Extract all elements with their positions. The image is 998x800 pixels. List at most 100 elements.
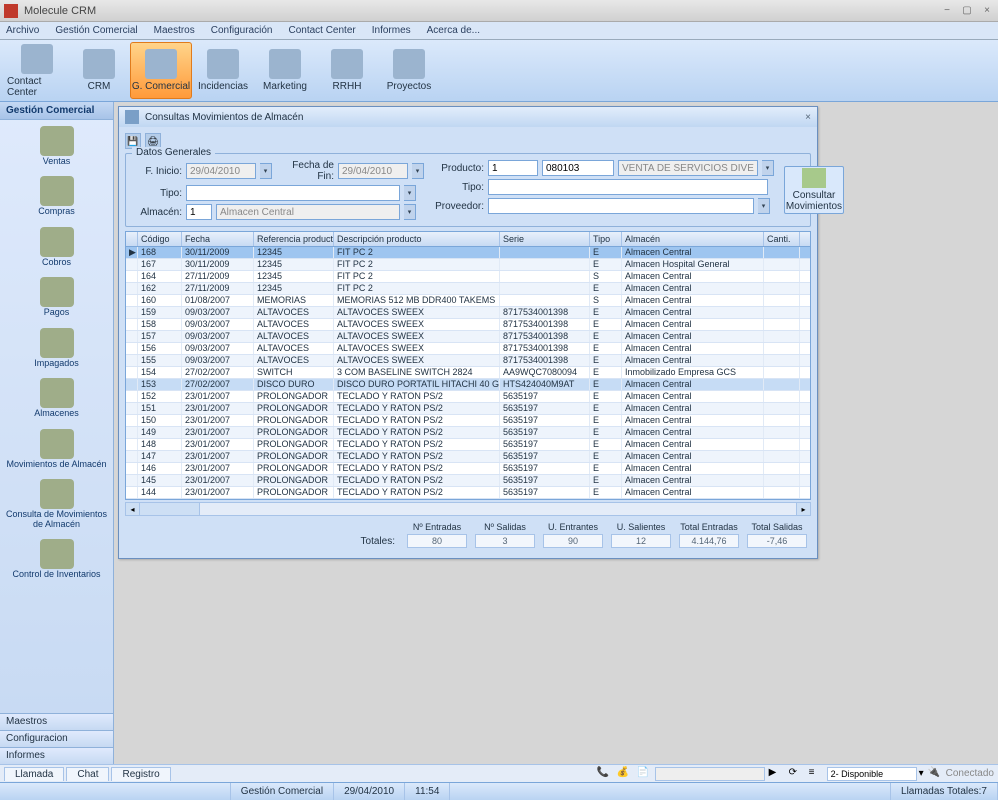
menu-item[interactable]: Acerca de... — [427, 25, 480, 36]
table-row[interactable]: 14723/01/2007PROLONGADORTECLADO Y RATON … — [126, 451, 810, 463]
dial-input[interactable] — [655, 767, 765, 781]
sheet-icon[interactable]: 📄 — [637, 767, 651, 781]
column-header[interactable]: Referencia producto — [254, 232, 334, 246]
sidebar-item[interactable]: Impagados — [0, 324, 113, 374]
toolbar-button[interactable]: RRHH — [316, 42, 378, 99]
column-header[interactable]: Serie — [500, 232, 590, 246]
grid-body[interactable]: ▶16830/11/200912345FIT PC 2EAlmacen Cent… — [126, 247, 810, 499]
toolbar-icon — [21, 44, 53, 74]
table-row[interactable]: 15609/03/2007ALTAVOCESALTAVOCES SWEEX871… — [126, 343, 810, 355]
total-label: Nº Salidas — [475, 522, 535, 532]
table-row[interactable]: 16227/11/200912345FIT PC 2EAlmacen Centr… — [126, 283, 810, 295]
finicio-input[interactable] — [186, 163, 256, 179]
sidebar-item[interactable]: Control de Inventarios — [0, 535, 113, 585]
child-close-button[interactable]: × — [805, 112, 811, 123]
table-row[interactable]: 15909/03/2007ALTAVOCESALTAVOCES SWEEX871… — [126, 307, 810, 319]
minimize-button[interactable]: − — [940, 5, 954, 17]
column-header[interactable] — [126, 232, 138, 246]
money-icon[interactable]: 💰 — [617, 767, 631, 781]
table-row[interactable]: 15809/03/2007ALTAVOCESALTAVOCES SWEEX871… — [126, 319, 810, 331]
producto-code-input[interactable] — [542, 160, 614, 176]
table-row[interactable]: 14523/01/2007PROLONGADORTECLADO Y RATON … — [126, 475, 810, 487]
table-row[interactable]: 14423/01/2007PROLONGADORTECLADO Y RATON … — [126, 487, 810, 499]
maximize-button[interactable]: ▢ — [960, 5, 974, 17]
producto-dropdown-icon[interactable]: ▾ — [762, 160, 774, 176]
table-row[interactable]: 15327/02/2007DISCO DURODISCO DURO PORTAT… — [126, 379, 810, 391]
bottom-tab[interactable]: Llamada — [4, 767, 64, 781]
consultar-button[interactable]: Consultar Movimientos — [784, 166, 844, 214]
play-icon[interactable]: ▶ — [769, 767, 783, 781]
table-row[interactable]: 16730/11/200912345FIT PC 2EAlmacen Hospi… — [126, 259, 810, 271]
menu-item[interactable]: Gestión Comercial — [55, 25, 137, 36]
fechafin-input[interactable] — [338, 163, 408, 179]
availability-combo[interactable] — [827, 767, 917, 781]
menu-item[interactable]: Informes — [372, 25, 411, 36]
column-header[interactable]: Descripción producto — [334, 232, 500, 246]
column-header[interactable]: Fecha — [182, 232, 254, 246]
toolbar-button[interactable]: Contact Center — [6, 42, 68, 99]
table-row[interactable]: 15123/01/2007PROLONGADORTECLADO Y RATON … — [126, 403, 810, 415]
table-row[interactable]: 16001/08/2007MEMORIASMEMORIAS 512 MB DDR… — [126, 295, 810, 307]
toolbar-button[interactable]: Incidencias — [192, 42, 254, 99]
menu-item[interactable]: Contact Center — [288, 25, 355, 36]
table-row[interactable]: 15709/03/2007ALTAVOCESALTAVOCES SWEEX871… — [126, 331, 810, 343]
toolbar-button[interactable]: CRM — [68, 42, 130, 99]
stack-icon[interactable]: ≡ — [809, 767, 823, 781]
sidebar-item[interactable]: Movimientos de Almacén — [0, 425, 113, 475]
disconnect-icon[interactable]: 🔌 — [928, 767, 942, 781]
producto-id-input[interactable] — [488, 160, 538, 176]
proveedor-input[interactable] — [488, 198, 754, 214]
scroll-thumb[interactable] — [140, 503, 200, 515]
finicio-dropdown-icon[interactable]: ▾ — [260, 163, 272, 179]
table-row[interactable]: 15509/03/2007ALTAVOCESALTAVOCES SWEEX871… — [126, 355, 810, 367]
column-header[interactable]: Almacén — [622, 232, 764, 246]
menu-item[interactable]: Archivo — [6, 25, 39, 36]
sidebar-footer-item[interactable]: Informes — [0, 747, 113, 764]
sidebar-item[interactable]: Almacenes — [0, 374, 113, 424]
bottom-tab[interactable]: Chat — [66, 767, 109, 781]
toolbar-button[interactable]: Proyectos — [378, 42, 440, 99]
table-row[interactable]: 14623/01/2007PROLONGADORTECLADO Y RATON … — [126, 463, 810, 475]
almacen-dropdown-icon[interactable]: ▾ — [404, 204, 416, 220]
fechafin-dropdown-icon[interactable]: ▾ — [412, 163, 424, 179]
scroll-right-icon[interactable]: ▸ — [796, 503, 810, 515]
menu-item[interactable]: Maestros — [154, 25, 195, 36]
table-row[interactable]: 15223/01/2007PROLONGADORTECLADO Y RATON … — [126, 391, 810, 403]
menu-item[interactable]: Configuración — [211, 25, 273, 36]
tipo-left-input[interactable] — [186, 185, 400, 201]
toolbar-button[interactable]: G. Comercial — [130, 42, 192, 99]
proveedor-dropdown-icon[interactable]: ▾ — [758, 198, 770, 214]
table-row[interactable]: 14923/01/2007PROLONGADORTECLADO Y RATON … — [126, 427, 810, 439]
sidebar-item[interactable]: Pagos — [0, 273, 113, 323]
table-row[interactable]: 16427/11/200912345FIT PC 2SAlmacen Centr… — [126, 271, 810, 283]
phone-icon[interactable]: 📞 — [597, 767, 611, 781]
table-row[interactable]: ▶16830/11/200912345FIT PC 2EAlmacen Cent… — [126, 247, 810, 259]
sidebar-item[interactable]: Ventas — [0, 122, 113, 172]
column-header[interactable]: Tipo — [590, 232, 622, 246]
workspace: Consultas Movimientos de Almacén × 💾 🖨 D… — [114, 102, 998, 764]
table-row[interactable]: 14823/01/2007PROLONGADORTECLADO Y RATON … — [126, 439, 810, 451]
table-row[interactable]: 15427/02/2007SWITCH3 COM BASELINE SWITCH… — [126, 367, 810, 379]
menubar: Archivo Gestión Comercial Maestros Configur… — [0, 22, 998, 40]
sidebar-item[interactable]: Consulta de Movimientos de Almacén — [0, 475, 113, 535]
sidebar-item[interactable]: Cobros — [0, 223, 113, 273]
close-button[interactable]: × — [980, 5, 994, 17]
connection-status: Conectado — [946, 768, 994, 779]
grid-h-scrollbar[interactable]: ◂ ▸ — [125, 502, 811, 516]
toolbar-button[interactable]: Marketing — [254, 42, 316, 99]
sidebar-item[interactable]: Compras — [0, 172, 113, 222]
tipo-right-input[interactable] — [488, 179, 768, 195]
refresh-icon[interactable]: ⟳ — [789, 767, 803, 781]
sidebar-footer-item[interactable]: Configuracion — [0, 730, 113, 747]
almacen-id-input[interactable] — [186, 204, 212, 220]
toolbar-icon — [331, 49, 363, 79]
table-row[interactable]: 15023/01/2007PROLONGADORTECLADO Y RATON … — [126, 415, 810, 427]
sidebar-footer-item[interactable]: Maestros — [0, 713, 113, 730]
status-date: 29/04/2010 — [334, 783, 405, 800]
tipo-left-dropdown-icon[interactable]: ▾ — [404, 185, 416, 201]
column-header[interactable]: Canti. — [764, 232, 800, 246]
availability-dropdown-icon[interactable]: ▾ — [919, 768, 924, 779]
column-header[interactable]: Código — [138, 232, 182, 246]
bottom-tab[interactable]: Registro — [111, 767, 170, 781]
scroll-left-icon[interactable]: ◂ — [126, 503, 140, 515]
